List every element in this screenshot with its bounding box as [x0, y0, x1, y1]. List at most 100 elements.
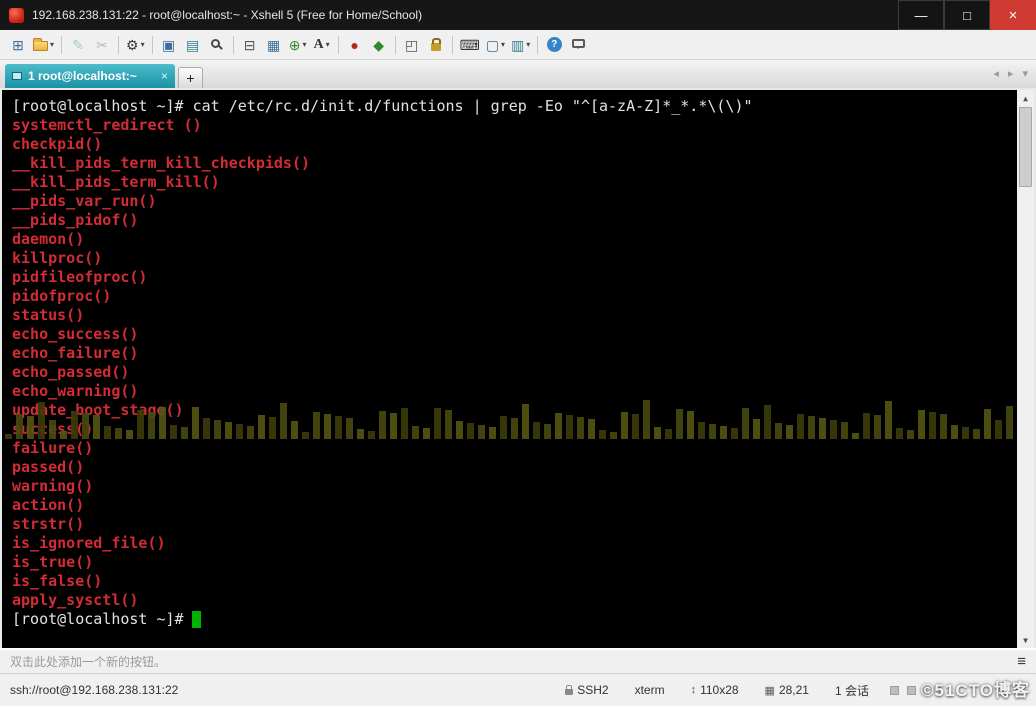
- tab-close-icon[interactable]: ×: [161, 69, 168, 83]
- new-window-button[interactable]: ▢: [483, 33, 508, 57]
- terminal-function-line: success(): [12, 420, 1017, 439]
- window-controls: — □ ×: [898, 0, 1036, 30]
- terminal-scrollbar[interactable]: ▲ ▼: [1017, 90, 1034, 648]
- title-bar: 192.168.238.131:22 - root@localhost:~ - …: [0, 0, 1036, 30]
- printer-icon: ⊟: [244, 38, 256, 52]
- close-button[interactable]: ×: [990, 0, 1036, 30]
- keypad-button[interactable]: ⌨: [457, 33, 483, 57]
- terminal-function-line: pidfileofproc(): [12, 268, 1017, 287]
- transfer-icon: ◆: [373, 38, 384, 52]
- properties-button[interactable]: ⚙: [123, 33, 148, 57]
- toolbar-separator: [395, 36, 396, 54]
- terminal-function-line: killproc(): [12, 249, 1017, 268]
- button-bar-menu-icon[interactable]: ≡: [1017, 653, 1026, 670]
- terminal-function-line: pidofproc(): [12, 287, 1017, 306]
- protocol-indicator: SSH2: [565, 683, 608, 697]
- compose-button[interactable]: ✎: [66, 33, 90, 57]
- session-count-label: 1 会话: [835, 682, 869, 699]
- maximize-button[interactable]: □: [944, 0, 990, 30]
- session-tab[interactable]: 1 root@localhost:~ ×: [5, 64, 175, 88]
- plus-icon: +: [186, 70, 194, 86]
- font-button[interactable]: A: [310, 33, 334, 57]
- open-url-button[interactable]: ●: [343, 33, 367, 57]
- tab-menu-icon[interactable]: ▾: [1019, 67, 1031, 80]
- terminal-function-line: __pids_pidof(): [12, 211, 1017, 230]
- paste-icon: ▤: [186, 38, 199, 52]
- scroll-down-button[interactable]: ▼: [1017, 632, 1034, 648]
- quick-button-bar[interactable]: 双击此处添加一个新的按钮。 ≡: [0, 648, 1036, 674]
- toolbar-separator: [537, 36, 538, 54]
- help-button[interactable]: ?: [542, 33, 566, 57]
- tile-windows-button[interactable]: ▥: [508, 33, 533, 57]
- new-session-icon: ⊞: [12, 38, 24, 52]
- arrange-button[interactable]: ▦: [262, 33, 286, 57]
- terminal-function-line: is_ignored_file(): [12, 534, 1017, 553]
- keypad-icon: ⌨: [460, 38, 480, 52]
- paste-button[interactable]: ▤: [181, 33, 205, 57]
- feedback-button[interactable]: [566, 33, 590, 57]
- status-extra-icon-1: [890, 686, 899, 695]
- terminal-function-line: __pids_var_run(): [12, 192, 1017, 211]
- terminal-function-line: echo_success(): [12, 325, 1017, 344]
- tile-icon: ▥: [511, 38, 524, 52]
- terminal-function-line: is_true(): [12, 553, 1017, 572]
- gear-icon: ⚙: [126, 38, 139, 52]
- terminal-area: [root@localhost ~]# cat /etc/rc.d/init.d…: [0, 88, 1036, 648]
- tab-scroll-right-icon[interactable]: ▸: [1005, 67, 1017, 80]
- terminal-screen[interactable]: [root@localhost ~]# cat /etc/rc.d/init.d…: [2, 90, 1017, 648]
- terminal-function-line: strstr(): [12, 515, 1017, 534]
- toolbar-separator: [338, 36, 339, 54]
- new-session-button[interactable]: ⊞: [6, 33, 30, 57]
- terminal-function-line: echo_failure(): [12, 344, 1017, 363]
- status-extra-icon-2: [907, 686, 916, 695]
- new-tab-button[interactable]: +: [178, 67, 203, 88]
- button-bar-hint[interactable]: 双击此处添加一个新的按钮。: [10, 653, 166, 670]
- open-session-button[interactable]: [30, 33, 57, 57]
- terminal-function-line: is_false(): [12, 572, 1017, 591]
- terminal-function-line: checkpid(): [12, 135, 1017, 154]
- terminal-function-list: systemctl_redirect () checkpid() __kill_…: [12, 116, 1017, 610]
- fullscreen-button[interactable]: ◰: [400, 33, 424, 57]
- minimize-button[interactable]: —: [898, 0, 944, 30]
- close-icon: ×: [1009, 7, 1018, 24]
- clear-button[interactable]: ✂: [90, 33, 114, 57]
- compose-icon: ✎: [72, 38, 84, 52]
- terminal-function-line: echo_warning(): [12, 382, 1017, 401]
- tab-scroll-left-icon[interactable]: ◂: [990, 67, 1002, 80]
- session-count-indicator: 1 会话: [835, 682, 869, 699]
- arrow-up-icon: ▲: [1023, 94, 1028, 103]
- open-folder-icon: [33, 41, 48, 51]
- maximize-icon: □: [963, 8, 971, 23]
- encoding-button[interactable]: ⊕: [286, 33, 310, 57]
- arrange-icon: ▦: [267, 38, 280, 52]
- help-icon: ?: [547, 37, 562, 52]
- terminal-function-line: action(): [12, 496, 1017, 515]
- terminal-function-line: __kill_pids_term_kill_checkpids(): [12, 154, 1017, 173]
- terminal-function-line: passed(): [12, 458, 1017, 477]
- terminal-command-line: [root@localhost ~]# cat /etc/rc.d/init.d…: [12, 97, 1017, 116]
- tab-navigation: ◂ ▸ ▾: [990, 67, 1031, 80]
- terminal-function-line: __kill_pids_term_kill(): [12, 173, 1017, 192]
- resize-icon: ↕: [691, 684, 697, 696]
- terminal-type-label: xterm: [635, 683, 665, 697]
- terminal-function-line: systemctl_redirect (): [12, 116, 1017, 135]
- terminal-cursor: [192, 611, 201, 628]
- file-transfer-button[interactable]: ◆: [367, 33, 391, 57]
- duplicate-button[interactable]: ▣: [157, 33, 181, 57]
- scrollbar-thumb[interactable]: [1019, 107, 1032, 187]
- lock-button[interactable]: [424, 33, 448, 57]
- grid-icon: ▦: [765, 684, 775, 697]
- font-icon: A: [314, 38, 324, 52]
- protocol-label: SSH2: [577, 683, 608, 697]
- terminal-prompt-line: [root@localhost ~]#: [12, 610, 1017, 629]
- globe-icon: ⊕: [289, 38, 301, 52]
- xshell-logo-icon: [9, 8, 24, 23]
- secure-lock-icon: [565, 689, 573, 695]
- toolbar-separator: [452, 36, 453, 54]
- find-button[interactable]: [205, 33, 229, 57]
- print-button[interactable]: ⊟: [238, 33, 262, 57]
- search-icon: [211, 39, 220, 48]
- new-window-icon: ▢: [486, 38, 499, 52]
- terminal-prompt: [root@localhost ~]#: [12, 610, 184, 629]
- scroll-up-button[interactable]: ▲: [1017, 90, 1034, 106]
